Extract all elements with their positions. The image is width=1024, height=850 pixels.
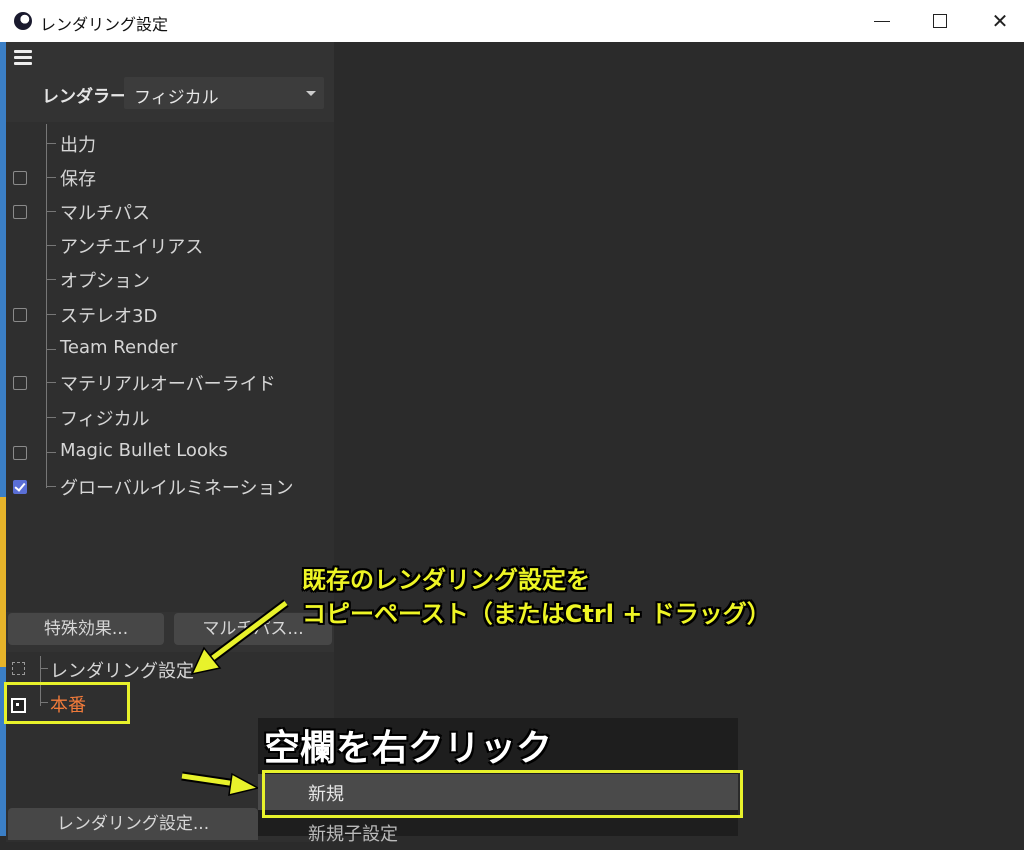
tree-item-label: オプション: [60, 271, 150, 292]
tree-item-label: フィジカル: [60, 409, 150, 430]
highlight-box-active-setting: [4, 682, 130, 724]
global-illumination-checkbox[interactable]: [13, 480, 27, 494]
render-setting-icon: [12, 662, 25, 675]
copy-annotation-line1: 既存のレンダリング設定を: [302, 566, 590, 594]
tree-item-label: Magic Bullet Looks: [60, 440, 228, 461]
menu-icon[interactable]: [14, 50, 32, 65]
tree-item-label: 出力: [60, 135, 96, 156]
renderer-label: レンダラー: [42, 87, 127, 107]
magic-bullet-checkbox[interactable]: [13, 446, 27, 460]
render-settings-button[interactable]: レンダリング設定...: [8, 808, 258, 840]
render-setting-label: レンダリング設定: [50, 661, 194, 682]
copy-annotation-line2: コピーペースト（またはCtrl + ドラッグ）: [302, 600, 771, 628]
tree-item-label: Team Render: [60, 337, 178, 358]
save-checkbox[interactable]: [13, 171, 27, 185]
settings-tree: [6, 122, 334, 612]
close-button[interactable]: ✕: [986, 8, 1014, 34]
renderer-dropdown[interactable]: フィジカル: [124, 77, 324, 109]
menu-item-label: 新規子設定: [308, 824, 398, 845]
tree-item-label: グローバルイルミネーション: [60, 478, 294, 499]
highlight-box-new: [262, 770, 743, 818]
effects-button[interactable]: 特殊効果...: [8, 613, 164, 645]
title-bar: レンダリング設定 ✕: [0, 0, 1024, 42]
chevron-down-icon: [306, 91, 316, 96]
close-icon: ✕: [991, 9, 1009, 33]
minimize-icon: [874, 21, 890, 22]
tree-item-label: 保存: [60, 169, 96, 190]
maximize-button[interactable]: [926, 8, 954, 34]
tree-item-label: マテリアルオーバーライド: [60, 374, 276, 395]
tree-item-label: アンチエイリアス: [60, 237, 204, 258]
renderer-value: フィジカル: [134, 88, 219, 108]
menu-item-new-child[interactable]: 新規子設定: [258, 814, 738, 850]
window-title: レンダリング設定: [40, 15, 169, 34]
tree-item-label: マルチパス: [60, 203, 150, 224]
minimize-button[interactable]: [868, 8, 896, 34]
cinema4d-app-icon: [14, 12, 32, 30]
stereo3d-checkbox[interactable]: [13, 308, 27, 322]
tree-item-label: ステレオ3D: [60, 306, 158, 327]
multipass-checkbox[interactable]: [13, 205, 27, 219]
maximize-icon: [933, 14, 947, 28]
material-override-checkbox[interactable]: [13, 376, 27, 390]
right-click-annotation: 空欄を右クリック: [264, 728, 553, 769]
